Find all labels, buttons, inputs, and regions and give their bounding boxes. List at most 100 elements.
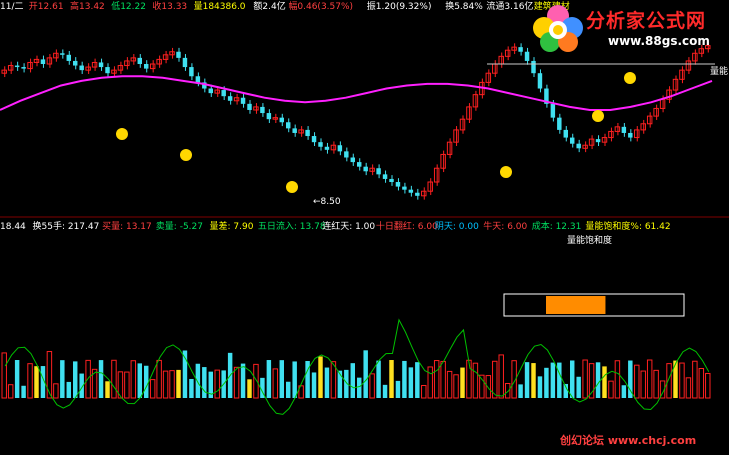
- candle-body: [389, 178, 394, 183]
- volume-bar: [176, 369, 181, 398]
- volume-bar: [408, 367, 414, 398]
- candle-body: [466, 106, 472, 120]
- volume-bar: [570, 360, 575, 398]
- volume-bar: [233, 366, 240, 399]
- candle-body: [137, 57, 142, 65]
- header-field: 额2.4亿: [253, 0, 285, 12]
- indicator-field: 18.44: [0, 222, 26, 232]
- volume-bar: [640, 370, 646, 399]
- candle-body: [382, 174, 388, 179]
- volume-bar: [214, 369, 220, 399]
- volume-bar: [582, 359, 588, 399]
- indicator-field: 十日翻红: 6.00: [376, 220, 438, 232]
- flower-logo-icon: [533, 5, 583, 52]
- candle-body: [518, 47, 523, 52]
- candle-body: [531, 60, 536, 74]
- candle-body: [311, 136, 317, 143]
- indicator-field: 量能饱和度%: 61.42: [585, 220, 670, 232]
- volume-bar: [272, 368, 279, 399]
- volume-bar: [595, 362, 601, 398]
- volume-panel: [1, 293, 711, 415]
- volume-bar: [21, 385, 26, 398]
- candle-body: [227, 96, 233, 101]
- candle-body: [208, 88, 213, 94]
- candle-body: [363, 166, 368, 172]
- candle-body: [286, 122, 291, 129]
- volume-bar: [130, 360, 137, 399]
- stock-chart: 11/二 开12.61 高13.42 低12.22 收13.33 量184386.0 额2.…: [0, 0, 729, 415]
- volume-bar: [324, 367, 330, 398]
- saturation-gauge-fill: [546, 296, 606, 314]
- candle-body: [292, 128, 297, 133]
- volume-bar: [144, 365, 149, 398]
- smiley-icon: [624, 72, 636, 84]
- candle-body: [124, 60, 130, 67]
- indicator-field: 成本: 12.31: [532, 220, 582, 232]
- candle-body: [563, 129, 568, 138]
- candle-body: [305, 129, 310, 137]
- indicator-field: 五日流入: 13.78: [258, 220, 326, 232]
- volume-bar: [395, 380, 401, 398]
- candle-body: [266, 113, 272, 120]
- indicator-field: 卖量: -5.27: [156, 221, 203, 232]
- volume-bar: [537, 376, 543, 398]
- header-field: 换5.84%: [445, 0, 483, 12]
- chart-canvas: 11/二 开12.61 高13.42 低12.22 收13.33 量184386.0 额2.…: [0, 0, 729, 455]
- candle-body: [595, 139, 601, 143]
- candle-body: [14, 65, 20, 68]
- volume-bar: [156, 359, 162, 399]
- volume-bar: [60, 360, 65, 398]
- volume-bar: [557, 362, 562, 398]
- candle-body: [402, 186, 407, 190]
- volume-bar: [415, 362, 420, 398]
- indicator-field: 换55手: 217.47: [33, 220, 100, 232]
- volume-bar: [485, 375, 492, 399]
- candle-body: [524, 51, 530, 61]
- indicator-field: 连红天: 1.00: [322, 220, 375, 232]
- candle-body: [214, 89, 220, 94]
- volume-bar: [292, 361, 297, 398]
- volume-bar: [266, 360, 272, 398]
- candle-body: [195, 76, 201, 83]
- volume-bar: [614, 360, 621, 399]
- volume-bar: [550, 362, 556, 398]
- candle-body: [421, 190, 427, 197]
- volume-bar: [46, 351, 53, 399]
- volume-bar: [698, 368, 705, 399]
- volume-bar: [427, 366, 433, 399]
- volume-bar: [350, 363, 355, 398]
- candle-body: [221, 90, 226, 97]
- candle-body: [279, 117, 284, 123]
- volume-bar: [460, 367, 465, 398]
- volume-bar: [369, 373, 375, 399]
- header-field: 振1.20(9.32%): [367, 0, 432, 12]
- header-field: 高13.42: [70, 0, 105, 12]
- volume-bar: [621, 385, 627, 398]
- volume-bar: [446, 370, 453, 399]
- volume-bar: [646, 359, 653, 399]
- candle-body: [376, 168, 381, 175]
- candle-body: [21, 67, 26, 69]
- candle-body: [98, 62, 104, 68]
- candle-body: [350, 157, 355, 163]
- candle-body: [240, 97, 246, 104]
- smiley-icon: [116, 128, 128, 140]
- candle-body: [60, 53, 65, 55]
- volume-bar: [692, 360, 698, 399]
- volume-bar: [34, 366, 39, 398]
- volume-bar: [518, 384, 523, 398]
- volume-bar: [195, 363, 201, 398]
- candle-body: [344, 151, 349, 158]
- brand-url[interactable]: www.88gs.com: [608, 34, 710, 48]
- candle-body: [685, 60, 692, 71]
- volume-bar: [531, 363, 536, 398]
- volume-bar: [576, 376, 581, 398]
- volume-bar: [685, 377, 692, 399]
- header-field: 收13.33: [152, 0, 187, 12]
- volume-bar: [608, 380, 614, 399]
- brand-logo[interactable]: 分析家公式网 www.88gs.com: [530, 2, 726, 54]
- volume-bar: [453, 374, 459, 399]
- candle-body: [318, 142, 323, 147]
- header-field: 幅0.46(3.57%): [288, 0, 353, 12]
- volume-bar: [679, 362, 685, 399]
